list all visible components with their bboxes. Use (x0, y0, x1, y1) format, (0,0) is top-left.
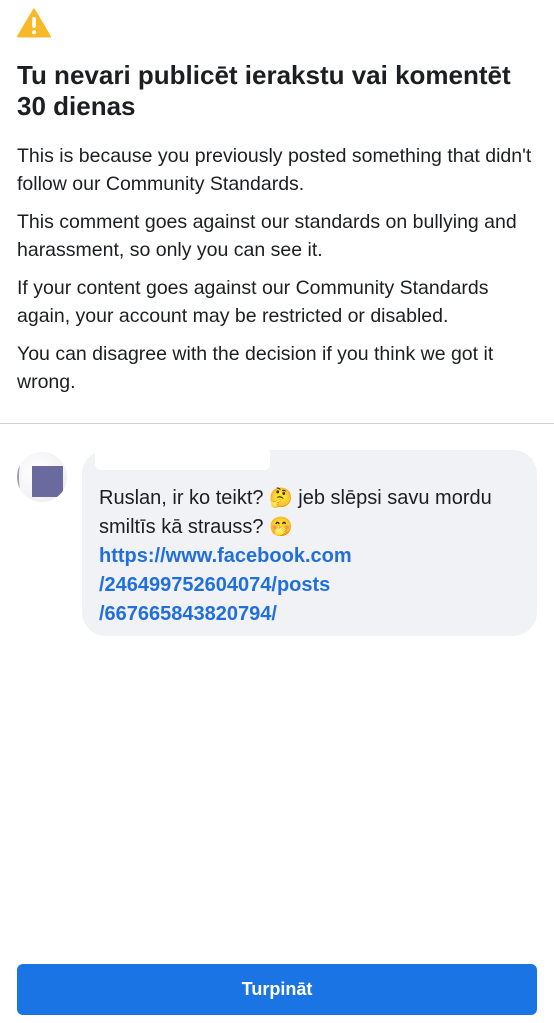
paragraph-violation: This comment goes against our standards … (17, 211, 517, 261)
restriction-dialog: Tu nevari publicēt ierakstu vai komentēt… (0, 0, 554, 1023)
hand-over-mouth-icon: 🤭 (269, 516, 293, 538)
comment-link-line-2[interactable]: /246499752604074/posts (99, 571, 529, 600)
avatar-edge (17, 456, 31, 498)
divider (0, 423, 554, 424)
comment-text: Ruslan, ir ko teikt? 🤔 jeb slēpsi savu m… (99, 484, 529, 629)
paragraph-warning: If your content goes against our Communi… (17, 277, 489, 327)
comment-link-line-3[interactable]: /667665843820794/ (99, 600, 529, 629)
comment-link-line-1[interactable]: https://www.facebook.com (99, 542, 529, 571)
thinking-face-icon: 🤔 (269, 487, 293, 509)
warning-icon (17, 8, 51, 38)
avatar-image (32, 466, 63, 497)
dialog-title: Tu nevari publicēt ierakstu vai komentēt… (17, 60, 511, 121)
continue-button[interactable]: Turpināt (17, 964, 537, 1015)
avatar (17, 452, 67, 502)
paragraph-appeal: You can disagree with the decision if yo… (17, 343, 494, 393)
comment-text-part1: Ruslan, ir ko teikt? (99, 487, 270, 509)
author-name-redacted (95, 448, 270, 470)
paragraph-reason: This is because you previously posted so… (17, 145, 532, 195)
